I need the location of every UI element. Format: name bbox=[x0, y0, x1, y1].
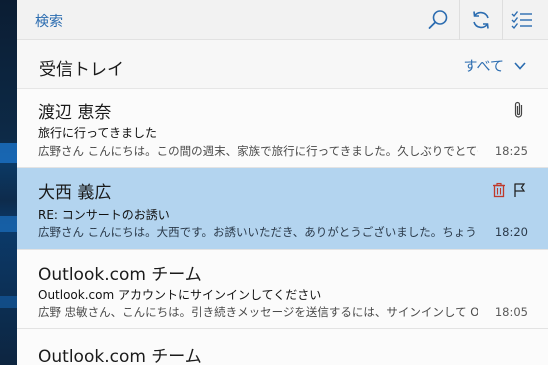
chevron-down-icon bbox=[514, 62, 526, 70]
message-item[interactable]: Outlook.com チーム bbox=[17, 329, 548, 365]
delete-icon[interactable] bbox=[491, 182, 507, 198]
message-sender: 大西 義広 bbox=[38, 183, 112, 203]
toolbar-divider bbox=[502, 0, 503, 40]
message-subject: Outlook.com アカウントにサインインしてください bbox=[38, 288, 322, 302]
message-time: 18:20 bbox=[494, 225, 528, 239]
message-preview: 広野 忠敏さん、こんにちは。引き続きメッセージを送信するには、サインインして O… bbox=[38, 305, 478, 319]
search-box-label[interactable]: 検索 bbox=[35, 11, 63, 31]
message-sender: Outlook.com チーム bbox=[38, 265, 202, 285]
message-preview: 広野さん こんにちは。大西です。お誘いいただき、ありがとうございました。ちょうど… bbox=[38, 225, 478, 239]
search-icon[interactable] bbox=[426, 8, 450, 32]
folder-header: 受信トレイ すべて bbox=[17, 40, 548, 89]
sync-icon[interactable] bbox=[469, 8, 493, 32]
message-sender: Outlook.com チーム bbox=[38, 347, 202, 365]
background-highlight bbox=[0, 296, 17, 308]
flag-icon[interactable] bbox=[511, 182, 527, 198]
message-subject: RE: コンサートのお誘い bbox=[38, 208, 170, 222]
message-item[interactable]: Outlook.com チーム Outlook.com アカウントにサインインし… bbox=[17, 250, 548, 329]
message-time: 18:25 bbox=[494, 144, 528, 158]
message-subject: 旅行に行ってきました bbox=[38, 126, 158, 140]
message-preview: 広野さん こんにちは。この間の週末、家族で旅行に行ってきました。久しぶりでとても… bbox=[38, 144, 478, 158]
message-item[interactable]: 渡辺 恵奈 旅行に行ってきました 広野さん こんにちは。この間の週末、家族で旅行… bbox=[17, 89, 548, 168]
attachment-icon bbox=[511, 101, 527, 118]
message-time: 18:05 bbox=[494, 305, 528, 319]
mail-list-pane: 検索 受信トレイ すべて 渡辺 恵奈 旅行に行ってきました 広野さん こんにちは… bbox=[17, 0, 548, 365]
message-sender: 渡辺 恵奈 bbox=[38, 103, 112, 123]
search-bar: 検索 bbox=[17, 0, 548, 40]
desktop-background-edge bbox=[0, 0, 17, 365]
folder-title: 受信トレイ bbox=[39, 60, 124, 80]
toolbar-divider bbox=[459, 0, 460, 40]
select-mode-icon[interactable] bbox=[510, 8, 534, 32]
message-item-selected[interactable]: 大西 義広 RE: コンサートのお誘い 広野さん こんにちは。大西です。お誘いい… bbox=[17, 168, 548, 250]
background-highlight bbox=[0, 216, 17, 232]
filter-dropdown[interactable]: すべて bbox=[464, 56, 526, 76]
filter-label: すべて bbox=[463, 59, 504, 75]
background-highlight bbox=[0, 143, 17, 163]
